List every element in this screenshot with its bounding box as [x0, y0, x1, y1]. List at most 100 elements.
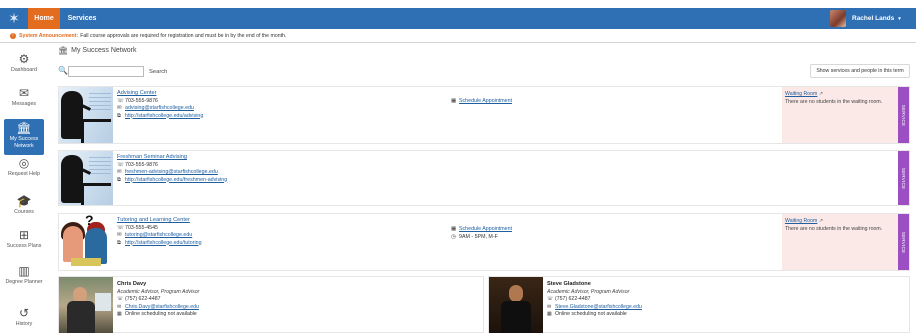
institution-icon: 🏛: [16, 121, 32, 135]
nav-item-my-success-network[interactable]: 🏛 My Success Network: [4, 119, 44, 155]
envelope-icon: ✉: [547, 303, 552, 310]
external-link-icon: ↗: [818, 218, 824, 224]
service-email-link[interactable]: freshmen-advising@starfishcollege.edu: [125, 169, 218, 177]
advisor-phone: (757) 622-4487: [125, 296, 161, 303]
chevron-down-icon: ▾: [898, 15, 901, 22]
calendar-icon: ▦: [117, 311, 122, 318]
nav-item-label: Request Help: [7, 171, 41, 177]
lifebuoy-icon: ◎: [18, 156, 30, 170]
envelope-icon: ✉: [117, 169, 122, 175]
nav-item-label: Messages: [11, 101, 37, 107]
divider: [0, 42, 916, 43]
schedule-appointment-link[interactable]: Schedule Appointment: [459, 98, 512, 106]
envelope-icon: ✉: [117, 232, 122, 238]
advisor-email-link[interactable]: Chris.Davy@starfishcollege.edu: [125, 304, 199, 312]
service-image: [59, 87, 113, 143]
office-hours: 9AM - 5PM, M-F: [459, 233, 498, 240]
phone-icon: ☏: [117, 224, 124, 231]
graduation-cap-icon: 🎓: [16, 194, 32, 208]
nav-item-success-plans[interactable]: ⊞ Success Plans: [4, 229, 44, 250]
advisor-email-link[interactable]: Steve.Gladstone@starfishcollege.edu: [555, 304, 642, 312]
advisor-name: Chris Davy: [117, 281, 147, 287]
user-menu[interactable]: Rachel Lands ▾: [852, 8, 901, 29]
advisor-scheduling-status: Online scheduling not available: [555, 311, 627, 318]
nav-item-label: My Success Network: [9, 136, 39, 149]
service-card: Freshman Seminar Advising ☏ 703-555-9876 …: [58, 150, 910, 206]
advisor-scheduling-status: Online scheduling not available: [125, 311, 197, 318]
calendar-icon: ▦: [451, 98, 457, 104]
search-icon: 🔍: [58, 66, 68, 75]
user-avatar[interactable]: [830, 10, 846, 27]
advisor-card: Chris Davy Academic Advisor, Program Adv…: [58, 276, 484, 333]
search-button[interactable]: Search: [149, 66, 167, 77]
calendar-icon: ▦: [547, 311, 552, 318]
tab-services[interactable]: Services: [62, 8, 102, 29]
advisor-photo: [489, 277, 543, 333]
phone-icon: ☏: [117, 296, 124, 303]
waiting-room-panel: Waiting Room ↗ There are no students in …: [782, 87, 899, 143]
phone-icon: ☏: [547, 296, 554, 303]
advisor-photo: [59, 277, 113, 333]
system-announcement: ! System Announcement: Fall course appro…: [10, 31, 910, 41]
service-phone: 703-555-9876: [125, 161, 158, 168]
service-email-link[interactable]: tutoring@starfishcollege.edu: [125, 232, 192, 240]
phone-icon: ☏: [117, 97, 124, 104]
nav-item-label: Courses: [14, 209, 34, 215]
service-email-link[interactable]: advising@starfishcollege.edu: [125, 105, 194, 113]
waiting-room-link[interactable]: Waiting Room: [785, 91, 817, 97]
search-input[interactable]: [68, 66, 144, 77]
map-icon: ▥: [18, 264, 30, 278]
service-card: ? Tutoring and Learning Center ☏ 703-555-…: [58, 213, 910, 271]
waiting-room-status: There are no students in the waiting roo…: [785, 98, 883, 105]
service-badge: SERVICE: [898, 151, 909, 205]
service-url-link[interactable]: http://starfishcollege.edu/tutoring: [125, 240, 202, 248]
nav-item-messages[interactable]: ✉ Messages: [4, 87, 44, 108]
nav-item-degree-planner[interactable]: ▥ Degree Planner: [4, 265, 44, 286]
user-name: Rachel Lands: [852, 15, 895, 22]
schedule-appointment-link[interactable]: Schedule Appointment: [459, 226, 512, 234]
service-phone: 703-555-9876: [125, 97, 158, 104]
phone-icon: ☏: [117, 161, 124, 168]
waiting-room-status: There are no students in the waiting roo…: [785, 225, 883, 232]
external-link-icon: ↗: [818, 91, 824, 97]
external-link-icon: ⧉: [117, 176, 121, 183]
advisor-name: Steve Gladstone: [547, 281, 591, 287]
envelope-icon: ✉: [18, 86, 30, 100]
nav-item-courses[interactable]: 🎓 Courses: [4, 195, 44, 216]
external-link-icon: ⧉: [117, 239, 121, 246]
show-services-term-button[interactable]: Show services and people in this term: [810, 64, 910, 78]
nav-item-label: History: [15, 321, 33, 327]
service-card: Advising Center ☏ 703-555-9876 ✉ advising@…: [58, 86, 910, 144]
announcement-text: Fall course approvals are required for r…: [80, 33, 287, 39]
envelope-icon: ✉: [117, 105, 122, 111]
nav-item-label: Dashboard: [11, 67, 37, 73]
history-icon: ↺: [18, 306, 30, 320]
nav-item-label: Degree Planner: [5, 279, 43, 285]
service-title-link[interactable]: Advising Center: [117, 90, 203, 98]
calendar-icon: ▦: [451, 226, 457, 232]
service-badge: SERVICE: [898, 87, 909, 143]
dashboard-icon: ⚙: [18, 52, 30, 66]
left-sidebar: ⚙ Dashboard ✉ Messages 🏛 My Success Netw…: [0, 43, 48, 333]
top-navigation-bar: ✶ Home Services Rachel Lands ▾: [0, 8, 916, 29]
service-url-link[interactable]: http://starfishcollege.edu/advising: [125, 113, 203, 121]
sitemap-icon: ⊞: [18, 228, 30, 242]
warning-icon: !: [10, 33, 16, 39]
service-title-link[interactable]: Tutoring and Learning Center: [117, 217, 202, 225]
waiting-room-link[interactable]: Waiting Room: [785, 218, 817, 224]
nav-item-dashboard[interactable]: ⚙ Dashboard: [4, 53, 44, 74]
service-badge: SERVICE: [898, 214, 909, 270]
nav-item-history[interactable]: ↺ History: [4, 307, 44, 328]
external-link-icon: ⧉: [117, 112, 121, 119]
tab-home[interactable]: Home: [28, 8, 60, 29]
nav-item-label: Success Plans: [6, 243, 42, 249]
nav-item-request-help[interactable]: ◎ Request Help: [4, 157, 44, 178]
service-url-link[interactable]: http://starfishcollege.edu/freshmen-advi…: [125, 177, 227, 185]
institution-icon: 🏛: [58, 46, 69, 55]
advisor-role: Academic Advisor, Program Advisor: [117, 288, 200, 295]
service-phone: 703-555-4545: [125, 224, 158, 231]
announcement-label: System Announcement:: [19, 33, 79, 39]
service-title-link[interactable]: Freshman Seminar Advising: [117, 154, 227, 162]
starfish-logo-icon[interactable]: ✶: [0, 8, 28, 29]
waiting-room-panel: Waiting Room ↗ There are no students in …: [782, 214, 899, 270]
